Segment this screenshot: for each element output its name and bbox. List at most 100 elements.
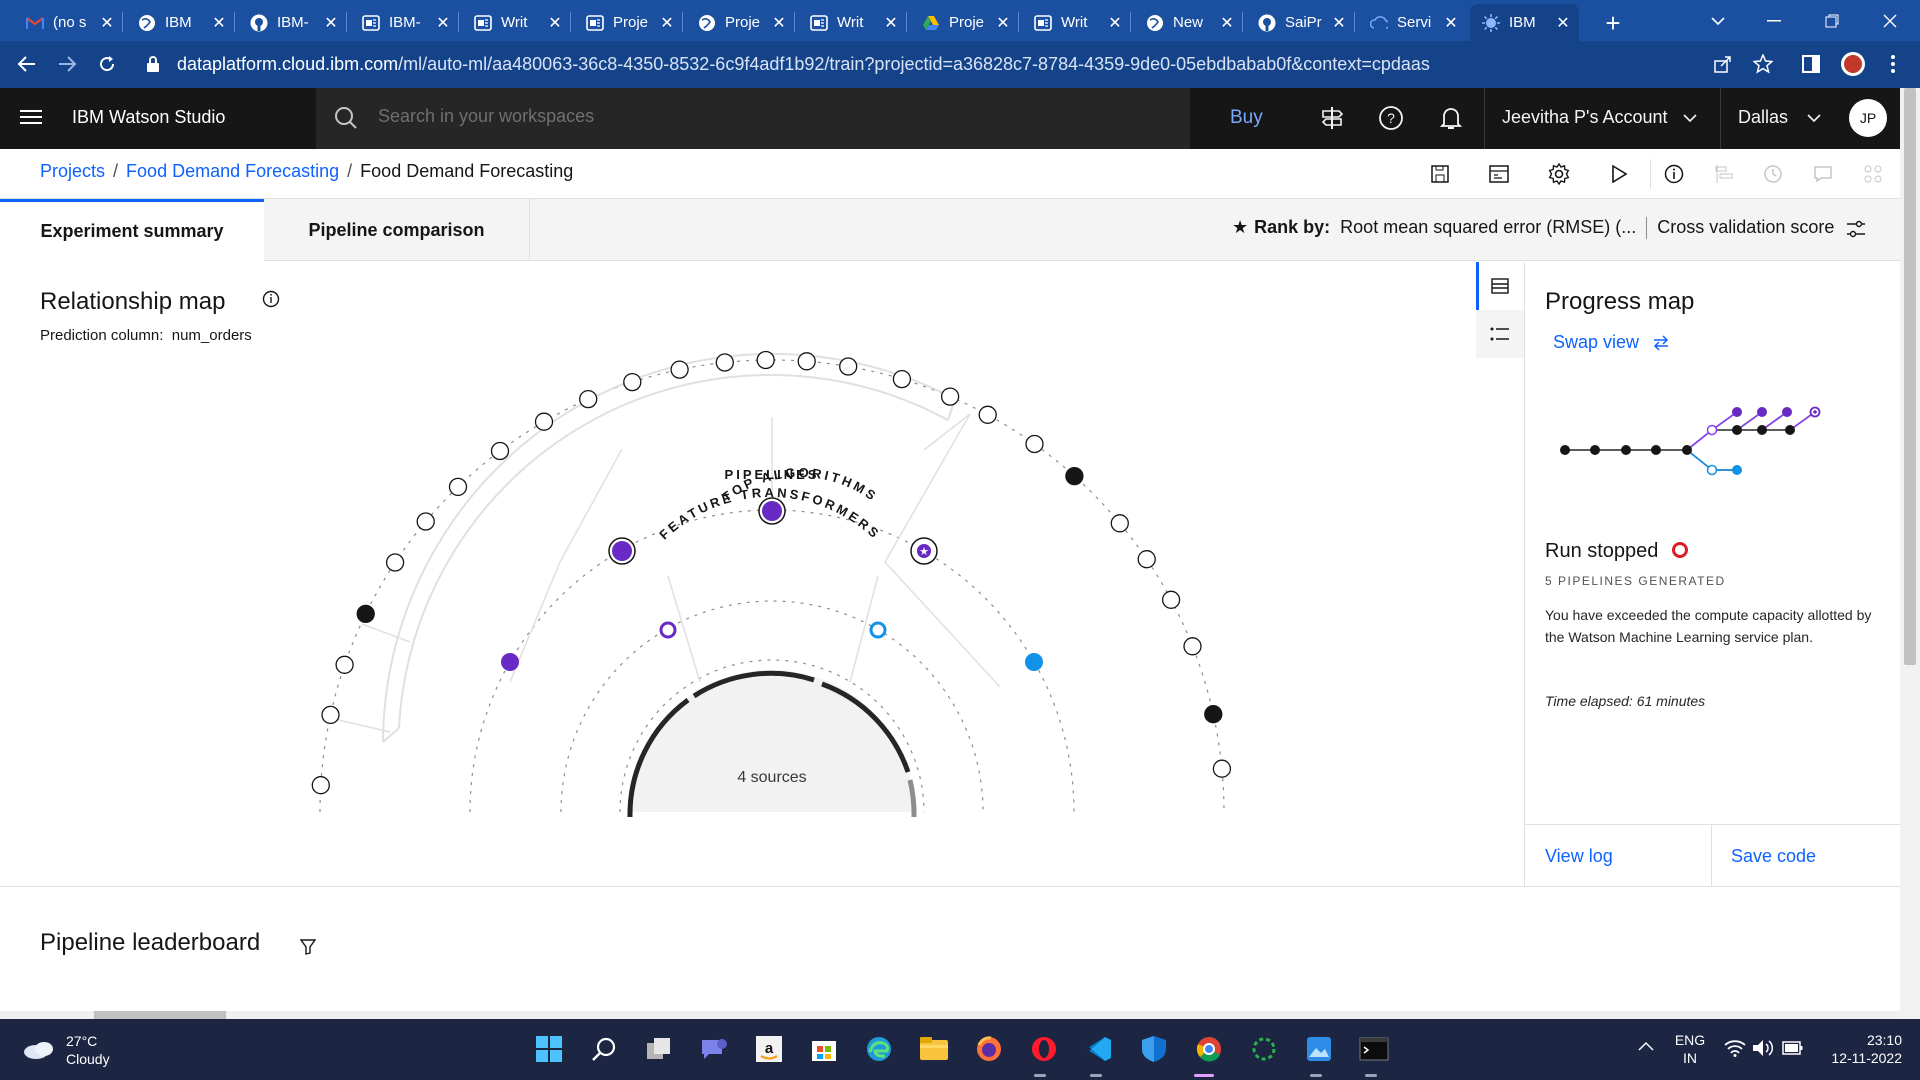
feature-transformer-node[interactable]	[839, 357, 858, 376]
feature-transformer-node[interactable]	[335, 655, 354, 674]
buy-link[interactable]: Buy	[1230, 107, 1263, 129]
back-button[interactable]	[12, 49, 42, 79]
edge-icon[interactable]	[862, 1032, 896, 1066]
feature-transformer-node[interactable]	[490, 441, 510, 461]
photos-icon[interactable]	[1302, 1032, 1336, 1066]
run-play-icon[interactable]	[1606, 161, 1632, 187]
app-brand[interactable]: IBM Watson Studio	[72, 107, 225, 128]
terminal-icon[interactable]	[1357, 1032, 1391, 1066]
battery-icon[interactable]	[1782, 1040, 1804, 1056]
defender-icon[interactable]	[1137, 1032, 1171, 1066]
firefox-icon[interactable]	[972, 1032, 1006, 1066]
chrome-icon[interactable]	[1192, 1032, 1226, 1066]
save-icon[interactable]	[1427, 161, 1453, 187]
profile-avatar-icon[interactable]	[1838, 49, 1868, 79]
feature-transformer-node[interactable]	[797, 352, 816, 371]
info-icon[interactable]	[1661, 161, 1687, 187]
comment-icon[interactable]	[1810, 161, 1836, 187]
feature-transformer-node[interactable]	[940, 387, 960, 406]
notification-bell-icon[interactable]	[1436, 103, 1466, 133]
close-tab-icon[interactable]: ✕	[99, 13, 115, 33]
browser-tab[interactable]: SaiPr ✕	[1246, 4, 1355, 41]
tab-experiment-summary[interactable]: Experiment summary	[0, 199, 264, 261]
browser-tab[interactable]: Proje ✕	[910, 4, 1019, 41]
apps-icon[interactable]	[1860, 161, 1886, 187]
close-window-icon[interactable]	[1862, 0, 1918, 41]
info-icon[interactable]	[262, 290, 280, 308]
notebook-icon[interactable]	[1486, 161, 1512, 187]
feature-transformer-node[interactable]	[978, 405, 997, 424]
rank-score[interactable]: Cross validation score	[1657, 217, 1834, 237]
horizontal-scrollbar[interactable]	[0, 1011, 1900, 1019]
tab-search-icon[interactable]	[1690, 0, 1746, 41]
close-tab-icon[interactable]: ✕	[659, 13, 675, 33]
browser-tab[interactable]: Proje ✕	[574, 4, 683, 41]
list-view-icon[interactable]	[1476, 310, 1524, 358]
scrollbar-thumb[interactable]	[94, 1011, 226, 1019]
close-tab-icon[interactable]: ✕	[211, 13, 227, 33]
feature-transformer-node[interactable]	[1161, 590, 1181, 609]
feature-transformer-node[interactable]	[1204, 705, 1223, 724]
hamburger-menu-icon[interactable]	[20, 107, 42, 127]
store-icon[interactable]	[807, 1032, 841, 1066]
browser-tab[interactable]: New ✕	[1134, 4, 1243, 41]
browser-tab[interactable]: Writ ✕	[462, 4, 571, 41]
close-tab-icon[interactable]: ✕	[1331, 13, 1347, 33]
estimator-node[interactable]	[1025, 653, 1043, 671]
browser-menu-icon[interactable]	[1878, 49, 1908, 79]
chat-icon[interactable]	[697, 1032, 731, 1066]
avatar[interactable]: JP	[1849, 99, 1887, 137]
share-icon[interactable]	[1708, 49, 1738, 79]
close-tab-icon[interactable]: ✕	[435, 13, 451, 33]
task-view-icon[interactable]	[642, 1032, 676, 1066]
region-switcher[interactable]: Dallas	[1738, 107, 1821, 128]
browser-tab[interactable]: (no s ✕	[14, 4, 123, 41]
volume-icon[interactable]	[1752, 1039, 1774, 1057]
reload-button[interactable]	[92, 49, 122, 79]
feature-transformer-node[interactable]	[321, 705, 340, 725]
top-algorithm-node[interactable]	[659, 621, 677, 639]
map-view-icon[interactable]	[1476, 262, 1524, 310]
loader-icon[interactable]	[1247, 1032, 1281, 1066]
feature-transformer-node[interactable]	[356, 604, 375, 624]
estimator-node[interactable]	[501, 653, 519, 671]
rank-by-selector[interactable]: ★ Rank by: Root mean squared error (RMSE) …	[1232, 217, 1834, 240]
file-explorer-icon[interactable]	[917, 1032, 951, 1066]
view-log-link[interactable]: View log	[1545, 825, 1613, 887]
browser-tab[interactable]: Writ ✕	[1022, 4, 1131, 41]
language-indicator[interactable]: ENG IN	[1672, 1031, 1708, 1067]
browser-tab[interactable]: Writ ✕	[798, 4, 907, 41]
feature-transformer-node[interactable]	[715, 353, 734, 372]
feature-transformer-node[interactable]	[579, 389, 598, 409]
wifi-icon[interactable]	[1724, 1039, 1746, 1057]
history-icon[interactable]	[1760, 161, 1786, 187]
feature-transformer-node[interactable]	[416, 512, 435, 531]
taskbar-search-icon[interactable]	[587, 1032, 621, 1066]
close-tab-icon[interactable]: ✕	[1219, 13, 1235, 33]
close-tab-icon[interactable]: ✕	[883, 13, 899, 33]
feature-transformer-node[interactable]	[623, 372, 642, 392]
new-tab-button[interactable]: +	[1598, 8, 1628, 38]
search-input[interactable]	[378, 106, 1078, 127]
browser-tab[interactable]: IBM- ✕	[350, 4, 459, 41]
feature-transformer-node[interactable]	[1025, 434, 1044, 454]
show-hidden-icons-chevron[interactable]	[1638, 1041, 1654, 1051]
breadcrumb-project[interactable]: Food Demand Forecasting	[126, 161, 339, 181]
feature-transformer-node[interactable]	[756, 350, 775, 370]
lock-icon[interactable]	[146, 55, 160, 73]
feature-transformer-node[interactable]	[448, 477, 468, 497]
filter-icon[interactable]	[300, 939, 316, 955]
amazon-icon[interactable]: a	[752, 1032, 786, 1066]
feature-transformer-node[interactable]	[1183, 637, 1202, 656]
feature-transformer-node[interactable]	[385, 553, 405, 572]
weather-widget[interactable]: 27°C Cloudy	[66, 1032, 110, 1068]
save-code-link[interactable]: Save code	[1731, 825, 1816, 887]
browser-tab[interactable]: Servi ✕	[1358, 4, 1467, 41]
system-clock[interactable]: 23:10 12-11-2022	[1822, 1031, 1902, 1067]
filter-settings-icon[interactable]	[1846, 219, 1866, 239]
browser-tab[interactable]: Proje ✕	[686, 4, 795, 41]
top-algorithm-node[interactable]	[869, 621, 887, 639]
feature-transformer-node[interactable]	[1065, 466, 1084, 486]
browser-tab[interactable]: IBM- ✕	[238, 4, 347, 41]
swap-view-link[interactable]: Swap view	[1553, 332, 1670, 353]
